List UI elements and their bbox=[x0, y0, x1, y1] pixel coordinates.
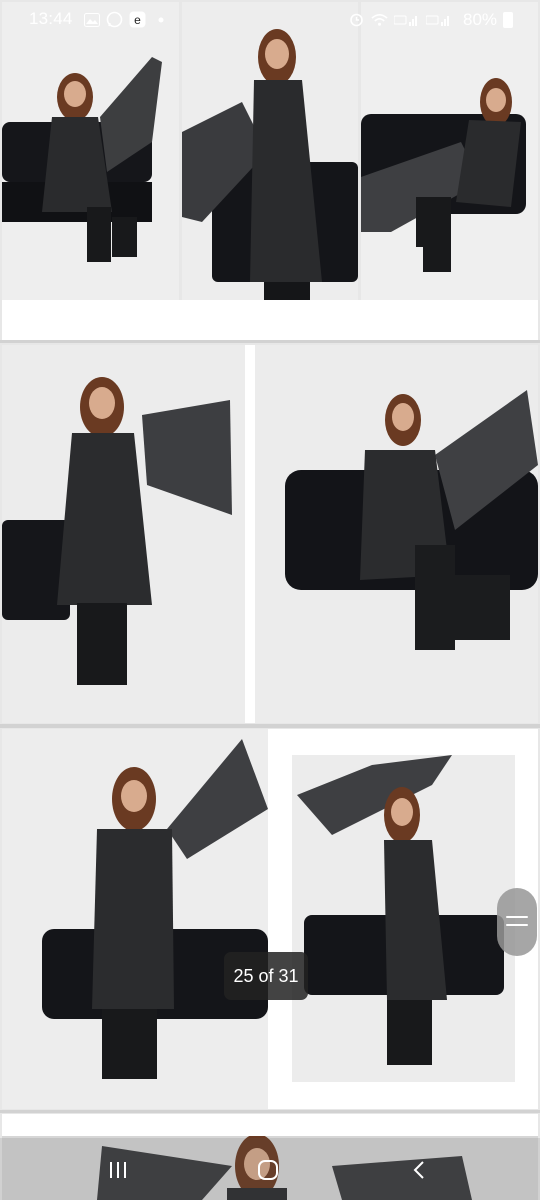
divider bbox=[0, 1110, 540, 1113]
status-time: 13:44 bbox=[29, 9, 73, 28]
app-icon: e bbox=[129, 11, 146, 28]
product-photo-4[interactable] bbox=[2, 345, 245, 723]
divider bbox=[0, 340, 540, 343]
photo-6-art bbox=[2, 729, 268, 1109]
product-photo-2[interactable] bbox=[182, 2, 358, 300]
divider bbox=[0, 724, 540, 728]
back-icon bbox=[413, 1161, 424, 1179]
battery-percent: 80% bbox=[463, 10, 498, 29]
product-photo-3[interactable] bbox=[361, 2, 538, 300]
signal-volte-2-icon bbox=[426, 11, 452, 28]
status-bar: 13:44 e 80% bbox=[0, 0, 540, 40]
dot-icon bbox=[152, 11, 169, 28]
handle-line-icon bbox=[506, 924, 528, 926]
image-counter: 25 of 31 bbox=[224, 952, 308, 1000]
photo-5-art bbox=[255, 345, 538, 723]
whatsapp-icon bbox=[106, 11, 123, 28]
photo-7-art bbox=[292, 755, 515, 1082]
home-button[interactable] bbox=[238, 1150, 298, 1190]
alarm-icon bbox=[348, 11, 365, 28]
row-2-spacer bbox=[245, 345, 255, 723]
system-icons bbox=[348, 11, 452, 28]
photo-2-art bbox=[182, 2, 358, 300]
photo-4-art bbox=[2, 345, 245, 723]
product-photo-1[interactable] bbox=[2, 2, 179, 300]
photo-1-art bbox=[2, 2, 179, 300]
scroll-handle[interactable] bbox=[497, 888, 537, 956]
home-icon bbox=[258, 1160, 278, 1180]
svg-text:e: e bbox=[134, 13, 141, 27]
product-photo-5[interactable] bbox=[255, 345, 538, 723]
gallery-icon bbox=[83, 11, 100, 28]
photo-3-art bbox=[361, 2, 538, 300]
notification-icons: e bbox=[83, 11, 169, 28]
battery-icon bbox=[503, 12, 513, 28]
wifi-icon bbox=[371, 11, 388, 28]
back-button[interactable] bbox=[390, 1150, 450, 1190]
product-photo-7[interactable] bbox=[292, 755, 515, 1082]
recent-apps-icon bbox=[110, 1162, 126, 1178]
product-photo-6[interactable] bbox=[2, 729, 268, 1109]
handle-line-icon bbox=[506, 916, 528, 918]
recent-apps-button[interactable] bbox=[88, 1150, 148, 1190]
row-1-spacer bbox=[2, 300, 538, 340]
signal-volte-1-icon bbox=[394, 11, 420, 28]
